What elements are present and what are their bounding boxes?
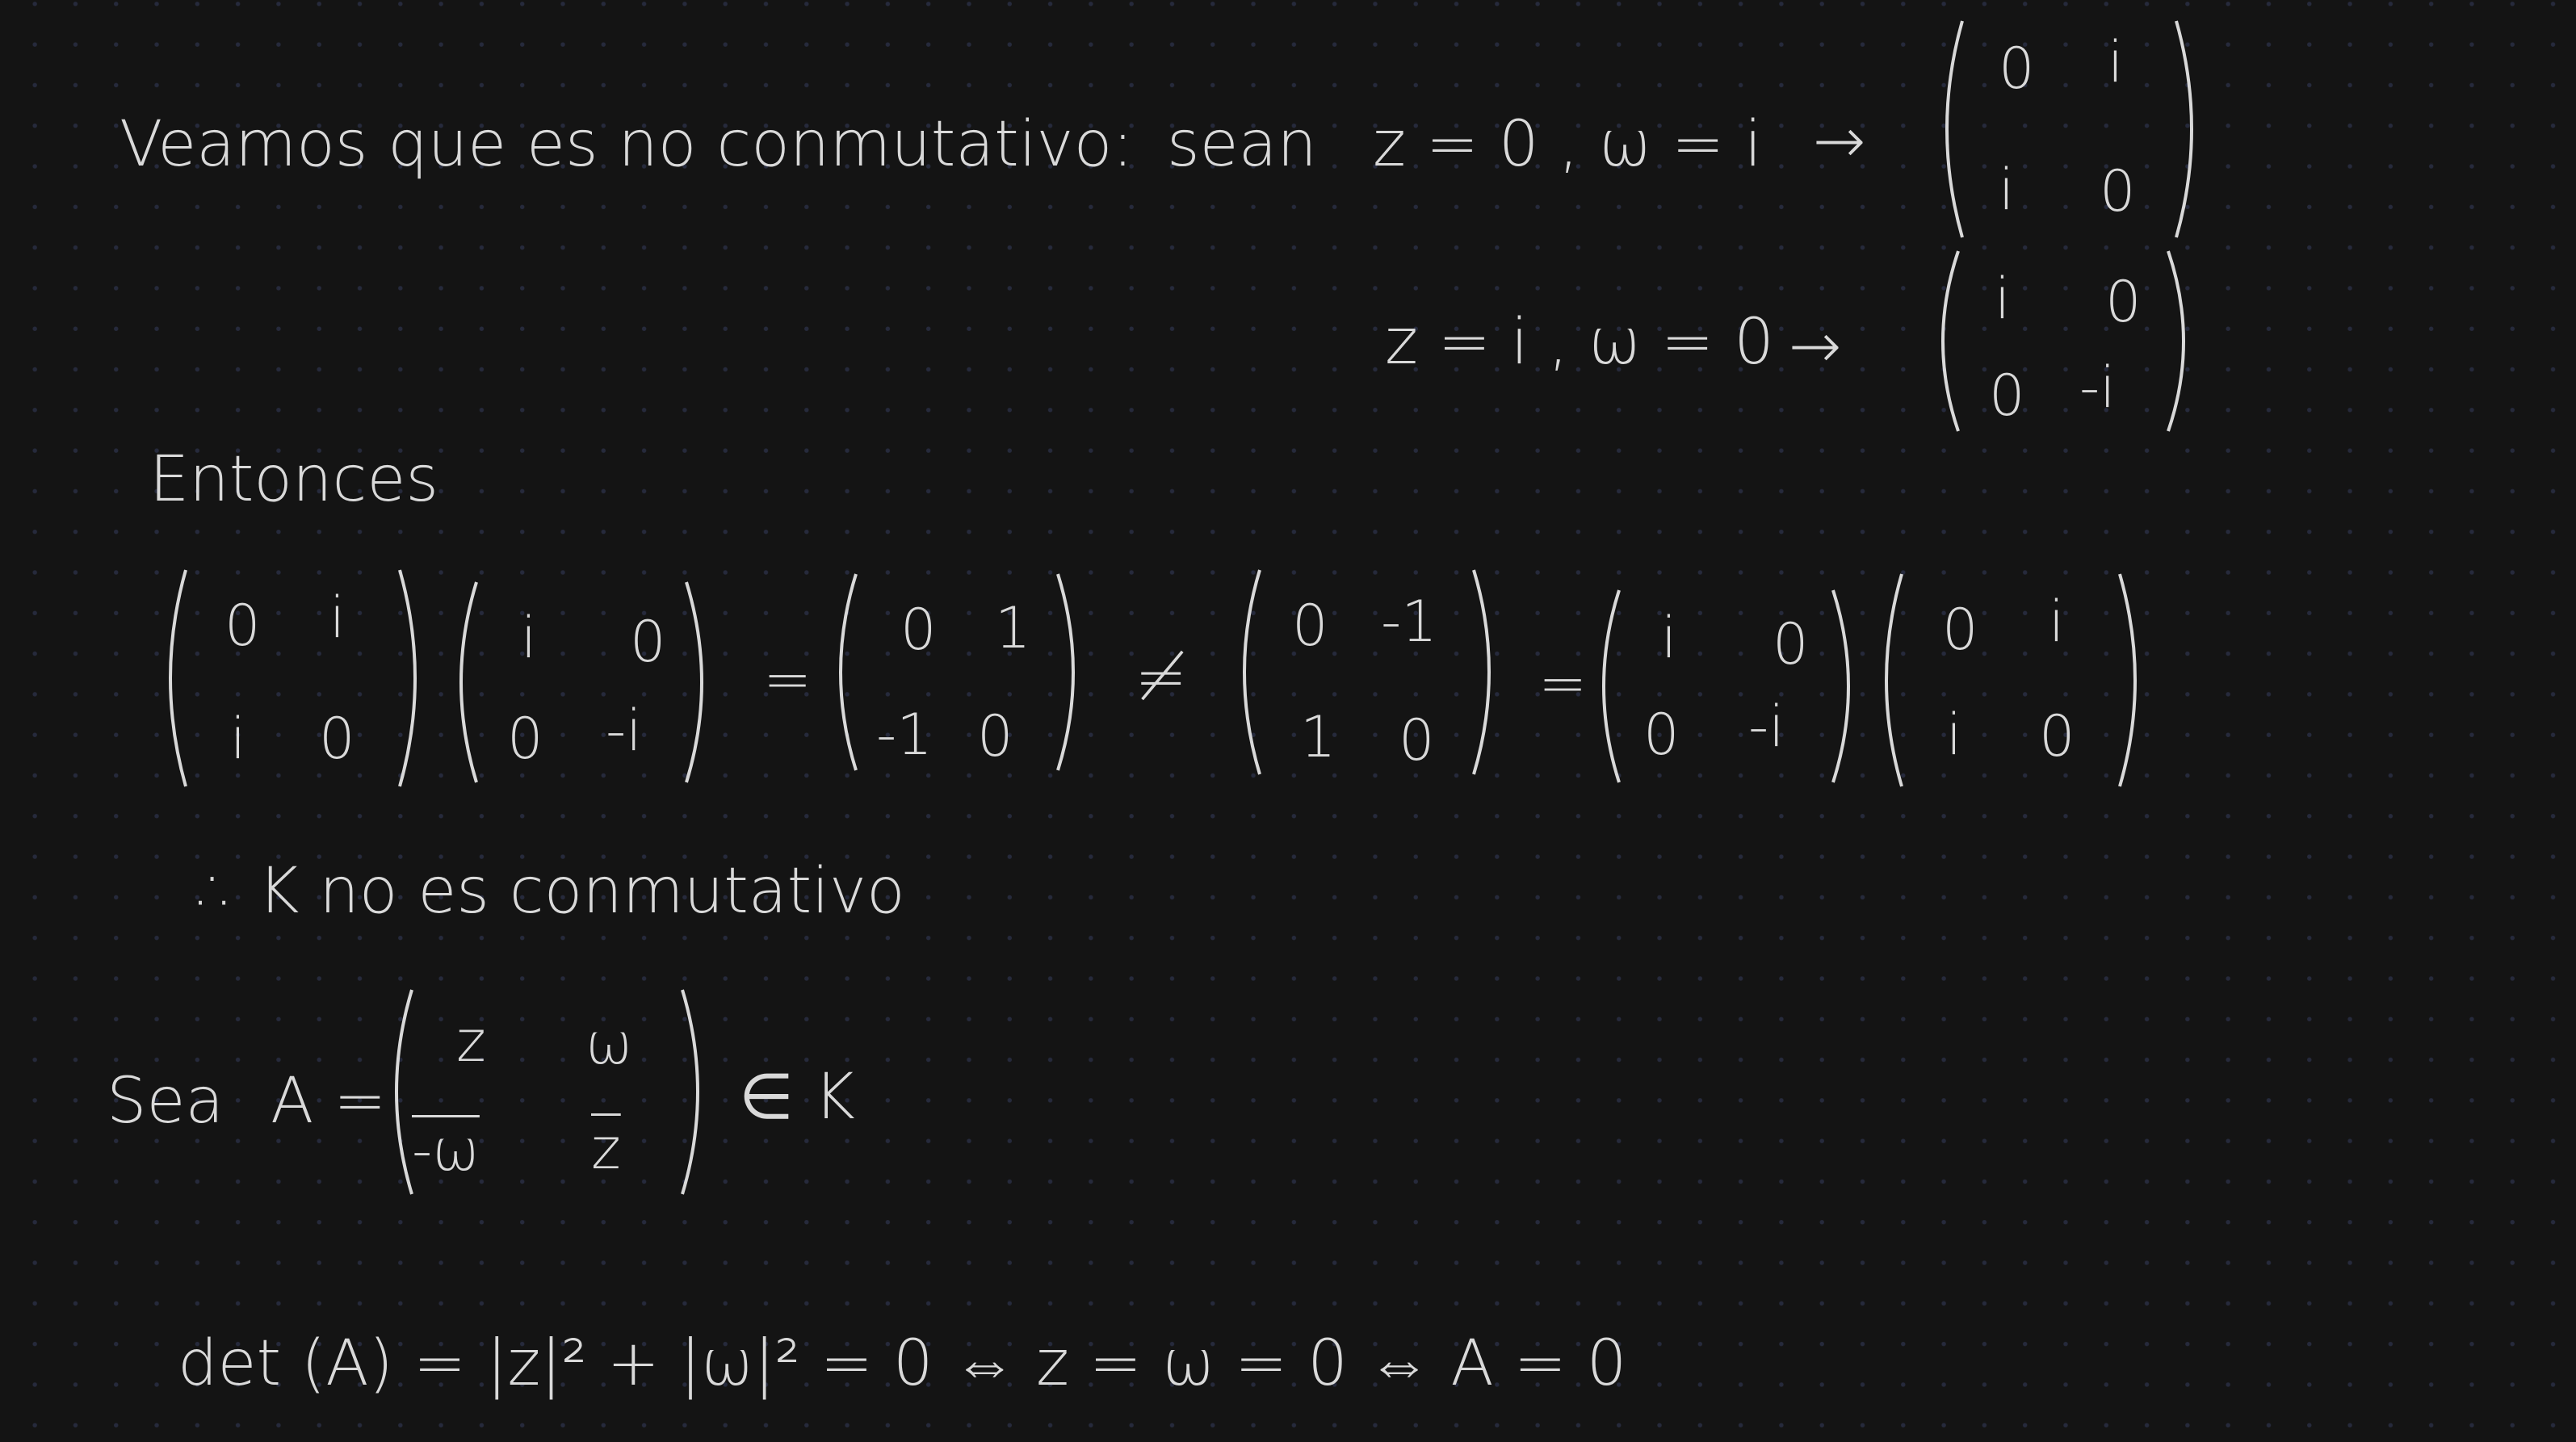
- matrix-product-result-2: 0 -1 1 0: [1227, 565, 1506, 779]
- matrix-product-3: i 0 0 -i: [1587, 585, 1865, 787]
- right-paren: [1469, 565, 1506, 779]
- cell-a: 0: [1942, 597, 1978, 663]
- cell-c: i: [1999, 157, 2015, 223]
- left-paren: [1227, 565, 1265, 779]
- cell-b: 0: [630, 609, 666, 675]
- sea-text: Sea: [107, 1065, 224, 1138]
- right-paren: [2115, 569, 2152, 791]
- arrow-1: →: [1813, 105, 1866, 178]
- cell-a: i: [521, 605, 537, 671]
- cell-c: i: [1946, 702, 1962, 768]
- cell-z-conjugate: z: [591, 1116, 621, 1182]
- cell-d: -i: [2079, 354, 2116, 421]
- right-paren: [682, 577, 719, 787]
- cell-c: i: [230, 706, 246, 772]
- left-paren: [153, 565, 191, 791]
- a-equals-label: A =: [271, 1065, 387, 1138]
- right-paren: [2171, 16, 2209, 242]
- cell-d: -i: [606, 698, 642, 764]
- cell-a: 0: [900, 597, 937, 663]
- cell-z: z: [456, 1008, 486, 1075]
- cell-a: 0: [1999, 36, 2035, 102]
- entonces-text: Entonces: [149, 443, 438, 516]
- cell-d: 0: [977, 703, 1013, 769]
- equals-2: =: [1538, 649, 1588, 717]
- element-of-k: ∈ K: [739, 1061, 855, 1134]
- cell-b: i: [2108, 29, 2124, 95]
- cell-omega: ω: [585, 1011, 633, 1077]
- left-paren: [824, 569, 861, 775]
- not-equal-sign: ≠: [1135, 641, 1188, 714]
- right-paren: [2163, 246, 2201, 436]
- right-paren: [1828, 585, 1865, 787]
- matrix-product-result-1: 0 1 -1 0: [824, 569, 1090, 775]
- equals-1: =: [763, 645, 812, 713]
- cell-b: 0: [1773, 611, 1809, 677]
- right-paren: [395, 565, 432, 791]
- sean-text: sean: [1167, 108, 1317, 181]
- cell-a: i: [1995, 266, 2011, 332]
- matrix-product-4: 0 i i 0: [1869, 569, 2152, 791]
- intro-text: Veamos que es no conmutativo:: [120, 108, 1134, 181]
- cell-b: 0: [2105, 269, 2142, 335]
- cell-b: 1: [995, 595, 1031, 661]
- cell-d: 0: [2039, 703, 2075, 769]
- cell-c: 0: [1643, 702, 1680, 768]
- left-paren: [1930, 16, 1967, 242]
- right-paren: [1053, 569, 1090, 775]
- matrix-product-2: i 0 0 -i: [444, 577, 719, 787]
- matrix-product-1: 0 i i 0: [153, 565, 432, 791]
- matrix-case-2: i 0 0 -i: [1926, 246, 2201, 436]
- assignment-2: z = i , ω = 0: [1385, 306, 1774, 379]
- conclusion-text: ∴ K no es conmutativo: [198, 855, 905, 928]
- matrix-case-1: 0 i i 0: [1930, 16, 2209, 242]
- cell-a: 0: [224, 593, 261, 659]
- assignment-1: z = 0 , ω = i: [1373, 108, 1762, 181]
- right-paren: [678, 985, 715, 1199]
- cell-d: 0: [319, 706, 355, 772]
- cell-b: -1: [1381, 589, 1437, 655]
- determinant-line: det (A) = |z|² + |ω|² = 0 ⇔ z = ω = 0 ⇔ …: [178, 1327, 1627, 1400]
- cell-c: 1: [1300, 704, 1336, 770]
- cell-a: i: [1661, 605, 1677, 671]
- cell-b: i: [2049, 589, 2065, 655]
- cell-c: 0: [507, 706, 543, 772]
- cell-d: 0: [2100, 158, 2136, 224]
- cell-d: 0: [1399, 707, 1435, 773]
- matrix-a: z ω -ω z: [380, 985, 715, 1199]
- notebook-page: Veamos que es no conmutativo: sean z = 0…: [0, 0, 2576, 1442]
- left-paren: [1587, 585, 1624, 787]
- cell-neg-omega-conjugate: -ω: [412, 1117, 480, 1184]
- cell-b: i: [329, 585, 346, 651]
- cell-c: -1: [876, 702, 933, 768]
- left-paren: [444, 577, 481, 787]
- left-paren: [1926, 246, 1963, 436]
- cell-a: 0: [1292, 593, 1328, 659]
- arrow-2: →: [1789, 310, 1842, 383]
- cell-c: 0: [1989, 363, 2025, 429]
- cell-d: -i: [1748, 694, 1785, 760]
- left-paren: [1869, 569, 1907, 791]
